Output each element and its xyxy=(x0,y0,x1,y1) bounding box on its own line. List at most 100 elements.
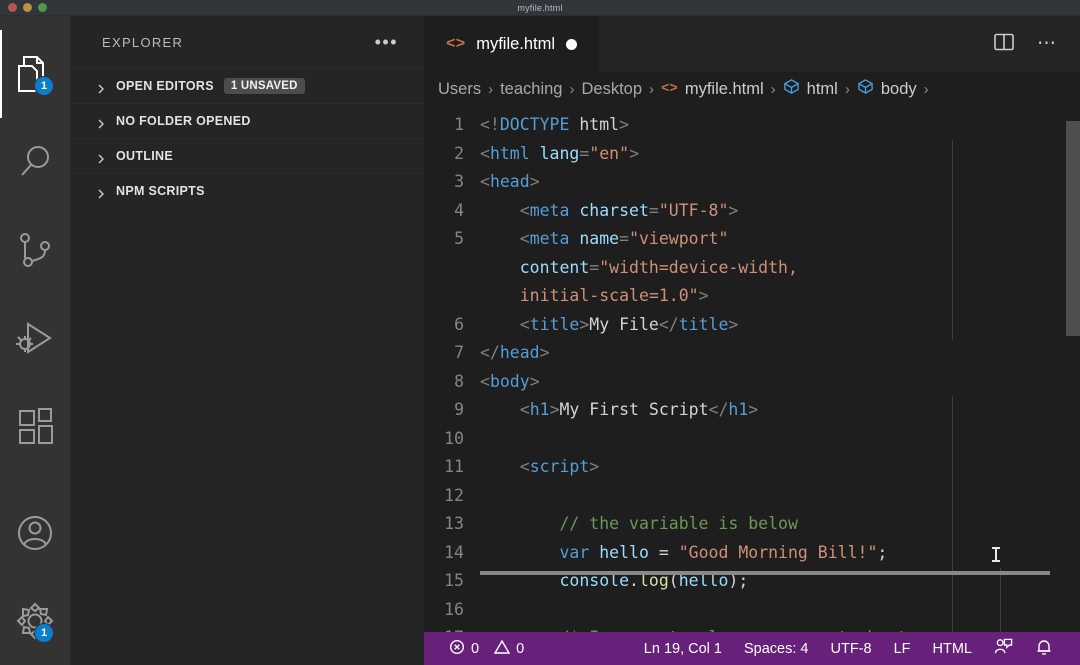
code-line[interactable]: 1 <!DOCTYPE html> xyxy=(424,111,1080,140)
breadcrumb-item-body[interactable]: body xyxy=(857,78,917,100)
unsaved-dot-icon[interactable] xyxy=(566,38,578,50)
code-line[interactable]: 10 xyxy=(424,425,1080,454)
activity-item-extensions[interactable] xyxy=(0,382,70,470)
code-line[interactable]: 16 xyxy=(424,596,1080,625)
breadcrumb-item-myfile-html[interactable]: <> myfile.html xyxy=(661,80,764,99)
code-line[interactable]: 4 <meta charset="UTF-8"> xyxy=(424,197,1080,226)
code-line[interactable]: initial-scale=1.0"> xyxy=(424,282,1080,311)
status-indentation[interactable]: Spaces: 4 xyxy=(733,632,820,665)
status-language-mode[interactable]: HTML xyxy=(922,632,983,665)
breadcrumb-item-html[interactable]: html xyxy=(783,78,838,100)
sidebar-section-open-editors[interactable]: OPEN EDITORS 1 UNSAVED xyxy=(70,68,424,103)
workbench: 1 1 EXPLORER ••• OPEN EDITORS 1 UNSAVED … xyxy=(0,16,1080,665)
code-line[interactable]: 9 <h1>My First Script</h1> xyxy=(424,396,1080,425)
error-icon xyxy=(449,639,465,659)
code-token: </ xyxy=(708,400,729,419)
ellipsis-icon[interactable]: ⋯ xyxy=(1037,34,1058,53)
editor-tab-actions: ⋯ xyxy=(993,16,1080,72)
line-content[interactable]: initial-scale=1.0"> xyxy=(480,282,709,311)
section-label: OPEN EDITORS xyxy=(116,79,214,93)
line-content[interactable]: <html lang="en"> xyxy=(480,140,639,169)
status-cursor-position[interactable]: Ln 19, Col 1 xyxy=(633,632,733,665)
warning-icon xyxy=(493,639,511,659)
line-content[interactable]: // the variable is below xyxy=(480,510,797,539)
status-notifications[interactable] xyxy=(1024,632,1064,665)
status-end-of-line[interactable]: LF xyxy=(883,632,922,665)
code-token: </ xyxy=(658,314,679,334)
activity-bar: 1 1 xyxy=(0,16,70,665)
line-content[interactable]: </head> xyxy=(480,339,550,368)
editor-vertical-scrollbar[interactable] xyxy=(1066,106,1080,632)
code-token: > xyxy=(619,115,630,134)
code-line[interactable]: 5 <meta name="viewport" xyxy=(424,225,1080,254)
code-token: < xyxy=(519,400,530,419)
code-token: < xyxy=(480,371,490,391)
code-token: head xyxy=(489,172,530,191)
line-content[interactable]: <script> xyxy=(480,453,599,482)
line-content[interactable]: <title>My File</title> xyxy=(480,311,739,340)
code-line[interactable]: 6 <title>My File</title> xyxy=(424,311,1080,340)
code-line[interactable]: 12 xyxy=(424,482,1080,511)
line-content[interactable]: <!DOCTYPE html> xyxy=(480,111,629,140)
code-token: "Good Morning Bill!" xyxy=(678,542,878,562)
activity-item-explorer[interactable]: 1 xyxy=(0,30,70,118)
breadcrumb-item-teaching[interactable]: teaching xyxy=(500,80,562,99)
scrollbar-thumb[interactable] xyxy=(1066,121,1080,336)
code-token: "UTF-8" xyxy=(658,200,729,220)
sidebar-more-actions-icon[interactable]: ••• xyxy=(375,33,398,51)
breadcrumb-label: teaching xyxy=(500,79,563,98)
code-line[interactable]: 13 // the variable is below xyxy=(424,510,1080,539)
code-line[interactable]: 11 <script> xyxy=(424,453,1080,482)
status-bar-left: 0 0 xyxy=(438,632,535,665)
breadcrumb-item-users[interactable]: Users xyxy=(438,80,481,99)
breadcrumb-item-desktop[interactable]: Desktop xyxy=(581,80,642,99)
code-line[interactable]: 8 <body> xyxy=(424,368,1080,397)
editor-tab-myfile-html[interactable]: <> myfile.html xyxy=(424,16,600,72)
status-live-share[interactable] xyxy=(983,632,1024,665)
line-content[interactable]: <body> xyxy=(480,368,540,397)
line-content[interactable]: var hello = "Good Morning Bill!"; xyxy=(480,539,887,568)
code-line[interactable]: 7 </head> xyxy=(424,339,1080,368)
line-content[interactable]: /* I can put a longer comment about xyxy=(480,624,907,632)
code-token: "en" xyxy=(589,143,630,163)
activity-item-run-and-debug[interactable] xyxy=(0,294,70,382)
code-token: "width=device-width, xyxy=(599,257,798,277)
chevron-right-icon xyxy=(96,81,106,94)
code-line[interactable]: 17 /* I can put a longer comment about xyxy=(424,624,1080,632)
status-problems[interactable]: 0 0 xyxy=(438,632,535,665)
line-content[interactable]: <meta charset="UTF-8"> xyxy=(480,197,739,226)
code-token: < xyxy=(480,172,490,191)
line-content[interactable]: content="width=device-width, xyxy=(480,254,798,283)
line-number: 13 xyxy=(444,514,464,533)
line-content[interactable]: <meta name="viewport" xyxy=(480,225,729,254)
breadcrumb-label: Users xyxy=(438,79,482,98)
chevron-right-icon xyxy=(96,116,106,129)
code-line[interactable]: 3 <head> xyxy=(424,168,1080,197)
split-editor-icon[interactable] xyxy=(993,31,1015,58)
activity-item-source-control[interactable] xyxy=(0,206,70,294)
line-number: 12 xyxy=(444,485,464,505)
code-editor[interactable]: 1 <!DOCTYPE html> 2 <html lang="en"> 3 <head>… xyxy=(424,106,1080,632)
status-encoding[interactable]: UTF-8 xyxy=(820,632,883,665)
vscode-window: myfile.html 1 1 EXPLORER ••• OPEN EDITOR… xyxy=(0,0,1080,665)
line-content[interactable]: <head> xyxy=(480,168,540,197)
editor-horizontal-scrollbar-thumb[interactable] xyxy=(480,571,1050,575)
line-number: 7 xyxy=(454,343,464,362)
sidebar-section-no-folder-opened[interactable]: NO FOLDER OPENED xyxy=(70,103,424,138)
sidebar-section-npm-scripts[interactable]: NPM SCRIPTS xyxy=(70,173,424,208)
code-line[interactable]: content="width=device-width, xyxy=(424,254,1080,283)
activity-item-search[interactable] xyxy=(0,118,70,206)
symbol-field-icon xyxy=(783,78,800,100)
activity-item-settings[interactable]: 1 xyxy=(0,577,70,665)
line-content[interactable]: <h1>My First Script</h1> xyxy=(480,396,758,425)
code-line[interactable]: 2 <html lang="en"> xyxy=(424,140,1080,169)
activity-item-accounts[interactable] xyxy=(0,489,70,577)
code-line[interactable]: 14 var hello = "Good Morning Bill!"; xyxy=(424,539,1080,568)
sidebar-section-outline[interactable]: OUTLINE xyxy=(70,138,424,173)
